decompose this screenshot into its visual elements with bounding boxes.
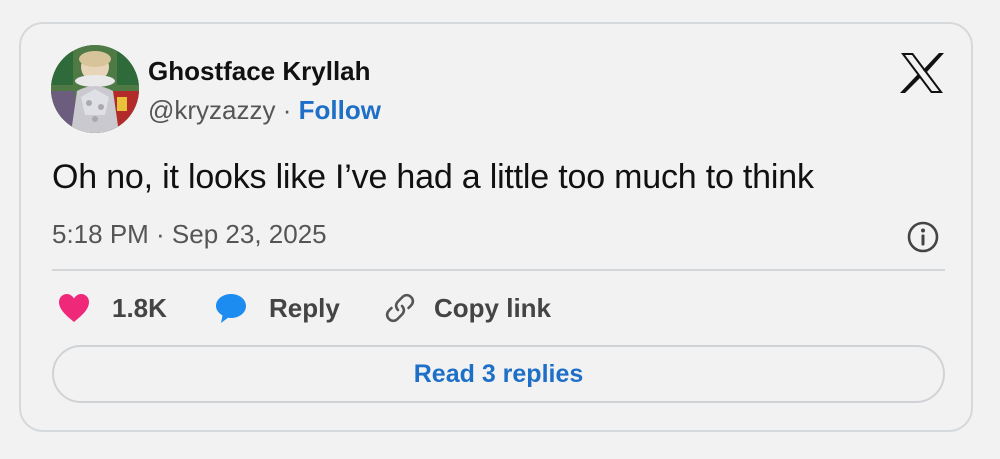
x-logo-icon[interactable] <box>899 52 945 94</box>
reply-bubble-icon <box>216 294 246 323</box>
author-display-name[interactable]: Ghostface Kryllah <box>148 56 371 87</box>
post-text: Oh no, it looks like I’ve had a little t… <box>52 158 814 196</box>
author-handle-row: @kryzazzy · Follow <box>148 95 381 126</box>
separator-dot: · <box>282 95 299 125</box>
avatar[interactable] <box>51 45 139 133</box>
like-button[interactable]: 1.8K <box>57 286 167 330</box>
author-handle[interactable]: @kryzazzy <box>148 95 276 125</box>
read-replies-label: Read 3 replies <box>413 359 584 388</box>
link-icon <box>385 293 415 323</box>
copy-link-button[interactable]: Copy link <box>383 286 551 330</box>
embedded-post-card: Ghostface Kryllah @kryzazzy · Follow Oh … <box>19 22 973 432</box>
heart-icon <box>59 294 89 322</box>
read-replies-button[interactable]: Read 3 replies <box>52 345 945 403</box>
info-icon[interactable] <box>906 220 940 254</box>
avatar-image <box>51 45 139 133</box>
post-timestamp[interactable]: 5:18 PM · Sep 23, 2025 <box>52 219 327 250</box>
like-count: 1.8K <box>112 292 167 323</box>
copy-link-label: Copy link <box>434 292 552 323</box>
follow-button[interactable]: Follow <box>299 95 381 125</box>
divider <box>52 269 945 271</box>
reply-label: Reply <box>269 292 340 323</box>
reply-button[interactable]: Reply <box>214 286 340 330</box>
